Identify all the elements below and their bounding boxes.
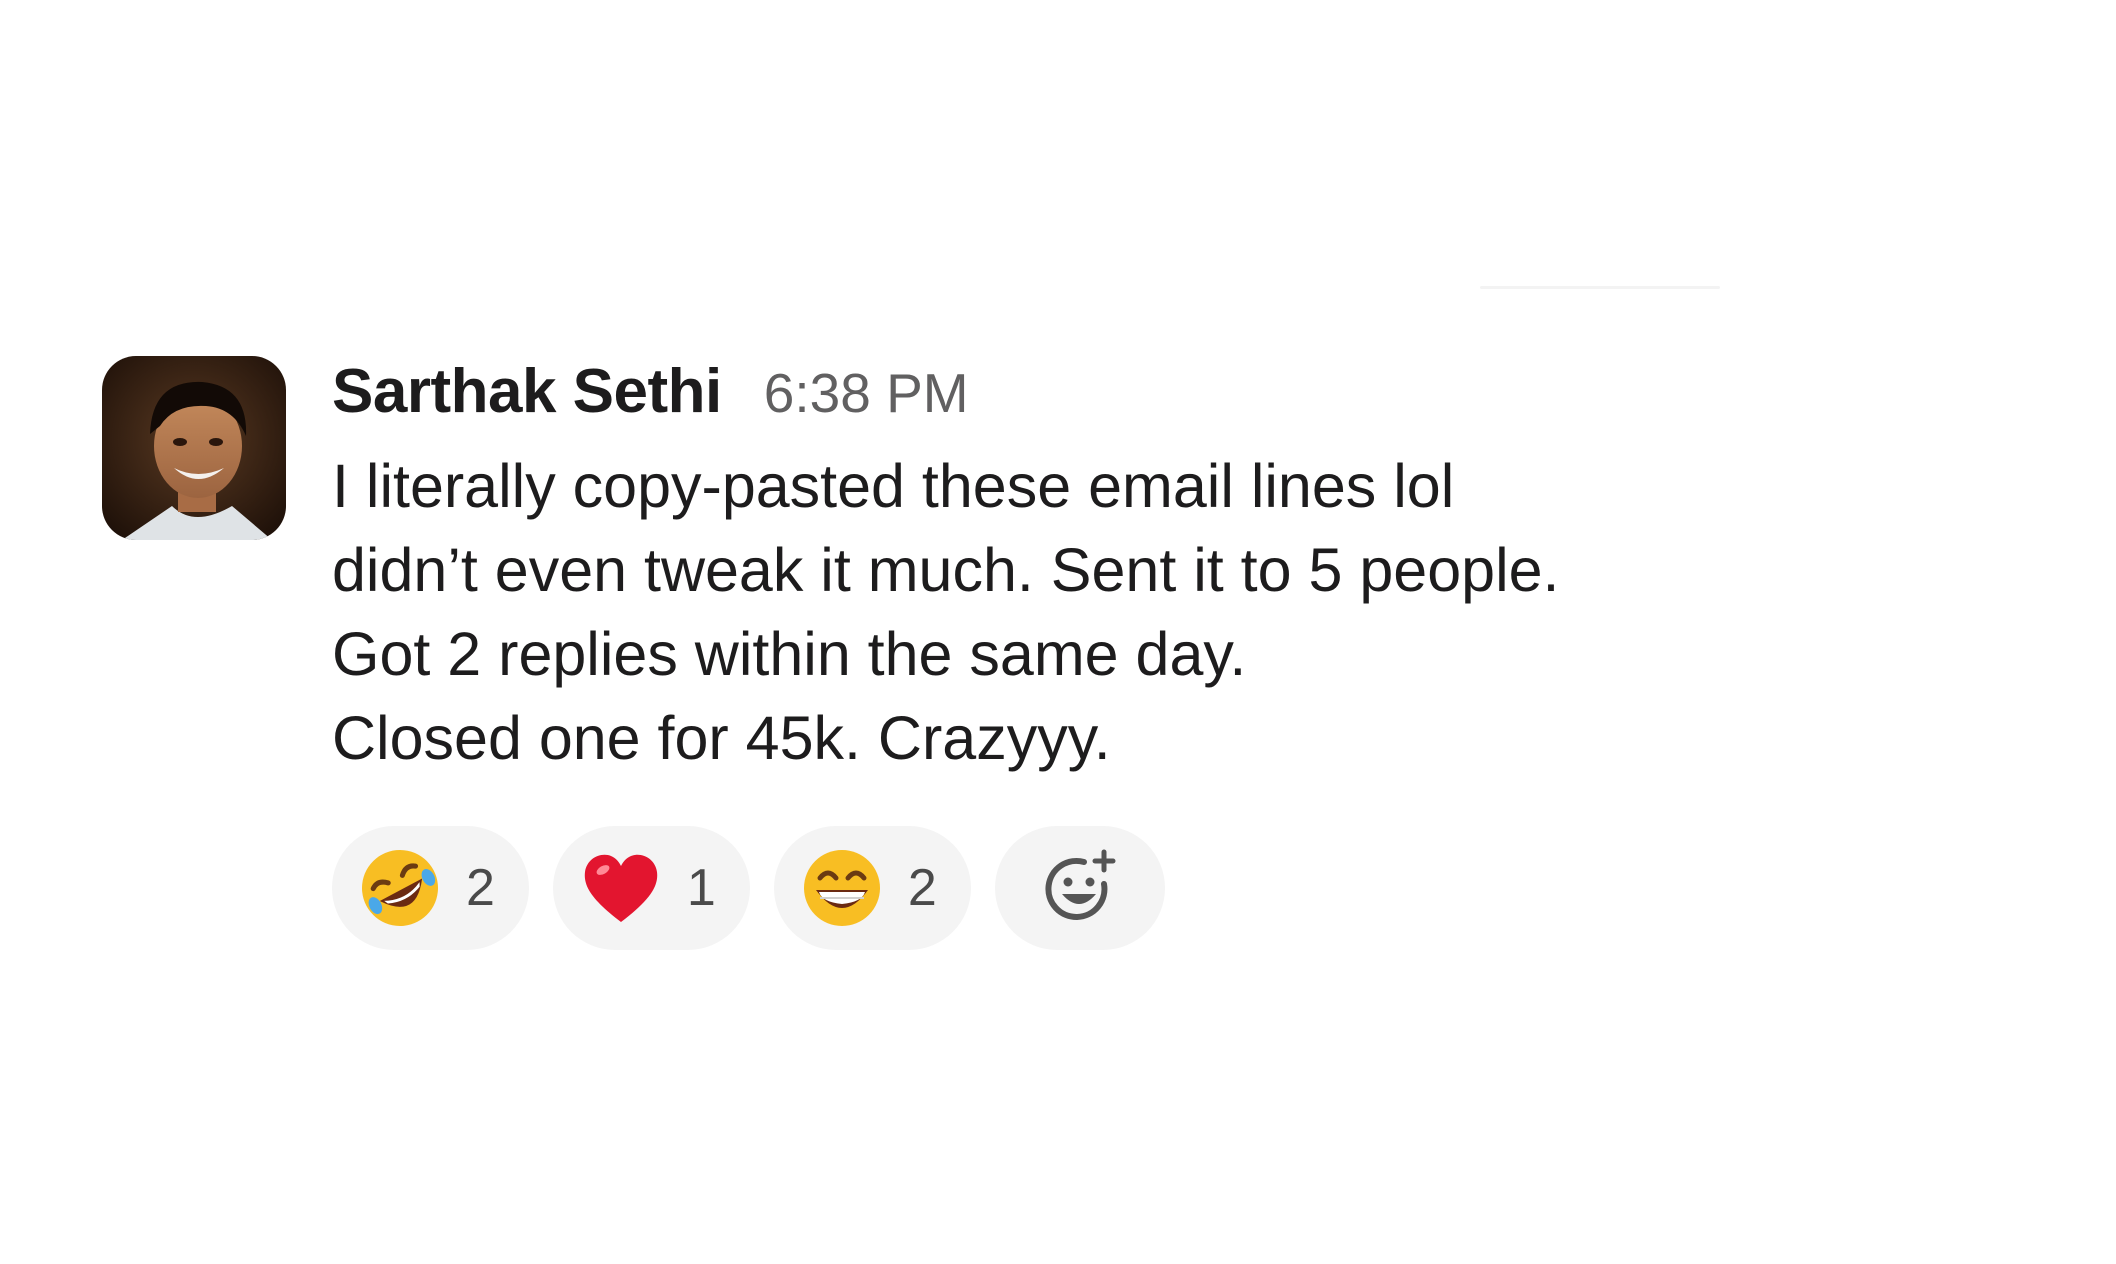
message-header: Sarthak Sethi 6:38 PM — [332, 356, 1982, 446]
reaction-count: 1 — [686, 859, 716, 917]
message-line: Got 2 replies within the same day. — [332, 620, 1247, 688]
add-reaction-button[interactable] — [994, 826, 1165, 950]
message-line: I literally copy-pasted these email line… — [332, 452, 1455, 520]
message-line: Closed one for 45k. Crazyyy. — [332, 704, 1111, 772]
message-body: I literally copy-pasted these email line… — [332, 444, 1982, 780]
author-name[interactable]: Sarthak Sethi — [332, 356, 722, 427]
rofl-emoji-icon — [358, 846, 442, 930]
reaction-count: 2 — [907, 859, 937, 917]
message-content: Sarthak Sethi 6:38 PM I literally copy-p… — [332, 356, 1982, 950]
reaction-grin[interactable]: 2 — [773, 826, 971, 950]
reaction-rofl[interactable]: 2 — [332, 826, 529, 950]
avatar[interactable] — [102, 356, 286, 540]
message-line: didn’t even tweak it much. Sent it to 5 … — [332, 536, 1560, 604]
timestamp[interactable]: 6:38 PM — [764, 361, 969, 425]
reactions-bar: 2 1 2 — [332, 826, 1982, 950]
reaction-heart[interactable]: 1 — [552, 826, 750, 950]
reaction-count: 2 — [466, 859, 495, 917]
add-reaction-icon — [1038, 846, 1122, 930]
grinning-emoji-icon — [800, 846, 884, 930]
red-heart-emoji-icon — [579, 846, 663, 930]
divider — [1480, 286, 1720, 289]
